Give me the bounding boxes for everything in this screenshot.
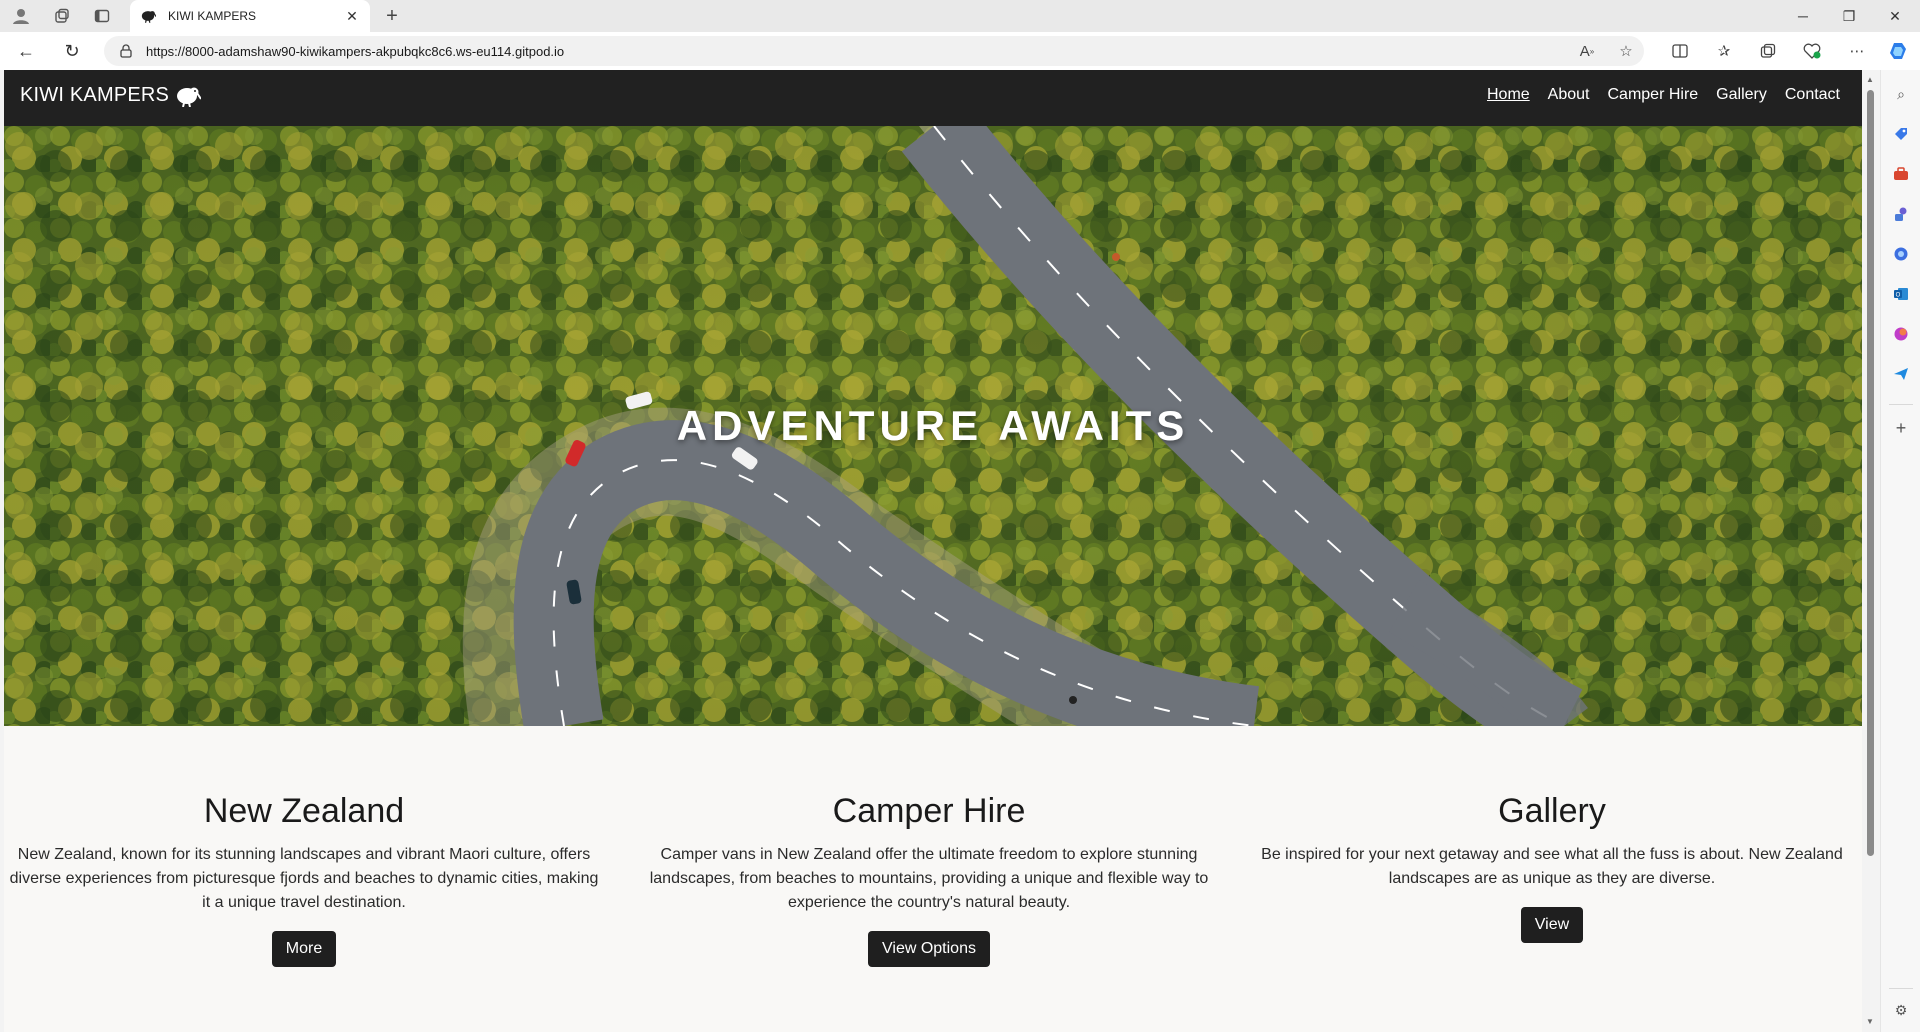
- address-bar[interactable]: https://8000-adamshaw90-kiwikampers-akpu…: [104, 36, 1644, 66]
- feature-cards: New Zealand New Zealand, known for its s…: [4, 726, 1862, 1032]
- site-navbar: KIWI KAMPERS Home About Camper Hire Gall…: [4, 70, 1862, 126]
- back-arrow-icon[interactable]: ←: [14, 39, 38, 63]
- card-gallery: Gallery Be inspired for your next getawa…: [1260, 792, 1844, 943]
- microsoft-365-icon[interactable]: [1889, 242, 1913, 266]
- kiwi-bird-icon: [175, 85, 202, 107]
- copilot-icon[interactable]: [1886, 39, 1910, 63]
- add-icon[interactable]: +: [1889, 416, 1913, 440]
- designer-icon[interactable]: [1889, 322, 1913, 346]
- browser-essentials-icon[interactable]: [1800, 39, 1824, 63]
- more-options-icon[interactable]: ⋯: [1845, 39, 1869, 63]
- favorite-star-icon[interactable]: ☆: [1614, 39, 1638, 63]
- read-aloud-icon[interactable]: A»: [1575, 39, 1599, 63]
- sidebar-divider: [1889, 404, 1913, 405]
- edge-sidebar: ⌕ O + ⚙: [1880, 70, 1920, 1032]
- view-button[interactable]: View: [1520, 907, 1584, 943]
- vertical-tabs-icon[interactable]: [90, 4, 114, 28]
- hero-title: ADVENTURE AWAITS: [676, 402, 1190, 449]
- page-viewport: KIWI KAMPERS Home About Camper Hire Gall…: [4, 70, 1862, 1032]
- url-text: https://8000-adamshaw90-kiwikampers-akpu…: [146, 43, 565, 59]
- scroll-thumb[interactable]: [1867, 90, 1874, 856]
- card-title: New Zealand: [203, 792, 405, 830]
- browser-tab-active[interactable]: KIWI KAMPERS ✕: [130, 0, 370, 32]
- browser-tab-bar: KIWI KAMPERS ✕ + ─ ❐ ✕: [0, 0, 1920, 32]
- favorites-icon[interactable]: ✰: [1712, 39, 1736, 63]
- toolbox-icon[interactable]: [1889, 162, 1913, 186]
- games-icon[interactable]: [1889, 202, 1913, 226]
- workspaces-icon[interactable]: [50, 4, 74, 28]
- split-screen-icon[interactable]: [1668, 39, 1692, 63]
- nav-camper-hire[interactable]: Camper Hire: [1607, 86, 1698, 104]
- view-options-button[interactable]: View Options: [868, 931, 990, 967]
- nav-gallery[interactable]: Gallery: [1716, 86, 1767, 104]
- scroll-up-icon[interactable]: ▲: [1865, 74, 1875, 84]
- refresh-icon[interactable]: ↻: [60, 39, 84, 63]
- card-text: Camper vans in New Zealand offer the ult…: [649, 846, 1209, 911]
- page-scrollbar[interactable]: ▲ ▼: [1862, 70, 1878, 1032]
- tab-title: KIWI KAMPERS: [168, 9, 257, 23]
- nav-about[interactable]: About: [1548, 86, 1590, 104]
- nav-links: Home About Camper Hire Gallery Contact: [1469, 86, 1840, 104]
- svg-text:O: O: [1896, 293, 1901, 299]
- card-title: Camper Hire: [832, 792, 1026, 830]
- brand-logo[interactable]: KIWI KAMPERS: [20, 84, 202, 107]
- card-text: Be inspired for your next getaway and se…: [1261, 846, 1843, 887]
- card-camper-hire: Camper Hire Camper vans in New Zealand o…: [648, 792, 1210, 967]
- kiwi-bird-icon: [140, 8, 156, 24]
- shopping-tag-icon[interactable]: [1889, 122, 1913, 146]
- card-text: New Zealand, known for its stunning land…: [9, 846, 599, 911]
- brand-name: KIWI KAMPERS: [20, 84, 170, 106]
- close-window-icon[interactable]: ✕: [1872, 0, 1918, 32]
- profile-icon[interactable]: [9, 4, 33, 28]
- card-new-zealand: New Zealand New Zealand, known for its s…: [4, 792, 604, 967]
- browser-toolbar: ← ↻ https://8000-adamshaw90-kiwikampers-…: [0, 32, 1920, 70]
- card-title: Gallery: [1498, 792, 1606, 830]
- collections-icon[interactable]: [1756, 39, 1780, 63]
- search-icon[interactable]: ⌕: [1889, 82, 1913, 106]
- nav-home[interactable]: Home: [1487, 86, 1530, 104]
- restore-icon[interactable]: ❐: [1826, 0, 1872, 32]
- outlook-icon[interactable]: O: [1889, 282, 1913, 306]
- new-tab-icon[interactable]: +: [380, 4, 404, 28]
- sidebar-divider: [1889, 988, 1913, 989]
- minimize-icon[interactable]: ─: [1780, 0, 1826, 32]
- hero-banner: ADVENTURE AWAITS: [4, 126, 1862, 726]
- settings-gear-icon[interactable]: ⚙: [1889, 998, 1913, 1022]
- close-tab-icon[interactable]: ✕: [344, 8, 360, 24]
- more-button[interactable]: More: [271, 931, 337, 967]
- lock-icon[interactable]: [118, 43, 134, 59]
- scroll-down-icon[interactable]: ▼: [1865, 1016, 1875, 1026]
- nav-contact[interactable]: Contact: [1785, 86, 1840, 104]
- send-icon[interactable]: [1889, 362, 1913, 386]
